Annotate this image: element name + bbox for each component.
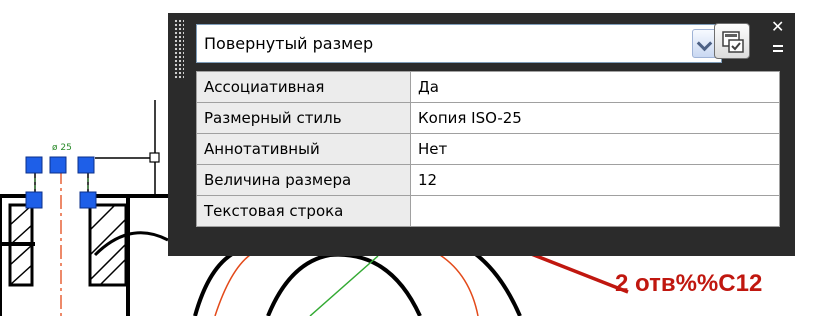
- grip-handle: [25, 191, 43, 209]
- object-type-value: Повернутый размер: [204, 34, 374, 53]
- property-name: Текстовая строка: [196, 195, 411, 227]
- table-row: Аннотативный Нет: [196, 133, 780, 165]
- property-name: Размерный стиль: [196, 102, 411, 134]
- annotation-text: 2 отв%%С12: [615, 270, 763, 297]
- object-type-dropdown[interactable]: Повернутый размер: [196, 24, 722, 63]
- table-row: Текстовая строка: [196, 195, 780, 227]
- property-value[interactable]: 12: [410, 164, 780, 196]
- circle-right: [468, 248, 522, 316]
- quick-select-button[interactable]: [714, 23, 750, 59]
- quick-properties-panel: Повернутый размер ✕ Ассоциативная Да Раз…: [168, 13, 795, 256]
- property-value[interactable]: Нет: [410, 133, 780, 165]
- table-row: Размерный стиль Копия ISO-25: [196, 102, 780, 134]
- arc-feature: [93, 231, 169, 257]
- grip-handle: [25, 156, 43, 174]
- drag-grip-handle[interactable]: [174, 19, 184, 79]
- options-menu-icon[interactable]: [773, 45, 783, 55]
- table-row: Величина размера 12: [196, 164, 780, 196]
- circle-outer: [193, 248, 241, 316]
- grip-handle: [79, 191, 97, 209]
- property-value[interactable]: Да: [410, 71, 780, 103]
- table-row: Ассоциативная Да: [196, 71, 780, 103]
- property-name: Ассоциативная: [196, 71, 411, 103]
- property-value[interactable]: [410, 195, 780, 227]
- part-outline: [0, 194, 168, 316]
- property-name: Величина размера: [196, 164, 411, 196]
- dimension-marker: [149, 152, 160, 163]
- properties-table: Ассоциативная Да Размерный стиль Копия I…: [196, 71, 780, 227]
- center-circle: [214, 254, 479, 316]
- close-icon[interactable]: ✕: [771, 17, 784, 36]
- grip-handle: [77, 156, 95, 174]
- grip-handle: [49, 156, 67, 174]
- green-axis: [309, 255, 379, 316]
- property-name: Аннотативный: [196, 133, 411, 165]
- quick-select-icon: [722, 31, 744, 53]
- dimension-text: ø 25: [52, 143, 72, 153]
- property-value[interactable]: Копия ISO-25: [410, 102, 780, 134]
